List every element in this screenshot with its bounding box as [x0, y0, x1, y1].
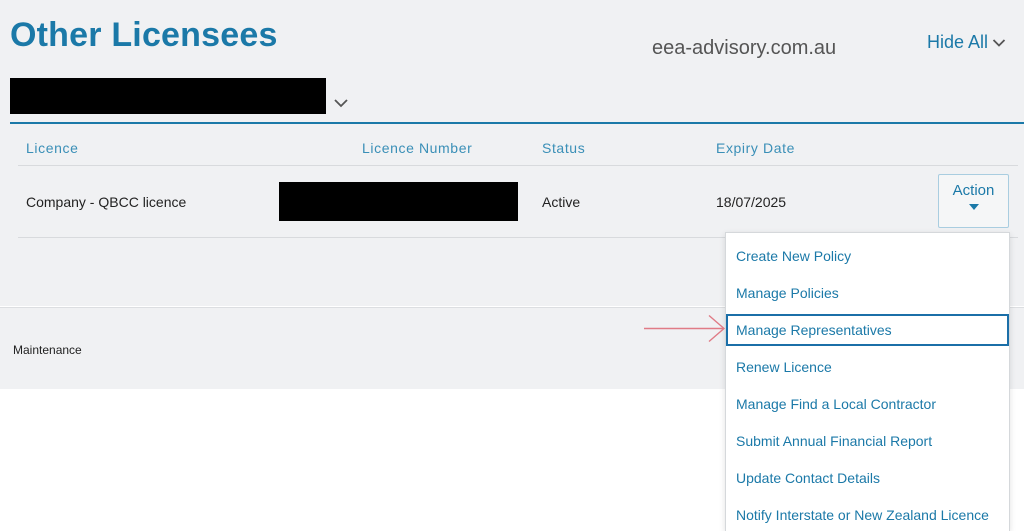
action-button-label: Action	[952, 182, 995, 199]
menu-item-submit-annual-financial-report[interactable]: Submit Annual Financial Report	[726, 426, 1009, 458]
menu-item-renew-licence[interactable]: Renew Licence	[726, 352, 1009, 384]
column-header-licence-number: Licence Number	[362, 140, 473, 156]
chevron-down-icon	[334, 99, 348, 108]
column-header-status: Status	[542, 140, 586, 156]
menu-item-manage-find-a-local-contractor[interactable]: Manage Find a Local Contractor	[726, 389, 1009, 421]
company-select[interactable]	[10, 78, 355, 114]
menu-item-notify-interstate-licence[interactable]: Notify Interstate or New Zealand Licence	[726, 500, 1009, 531]
redacted-company-name	[10, 78, 326, 114]
column-header-expiry-date: Expiry Date	[716, 140, 795, 156]
menu-item-create-new-policy[interactable]: Create New Policy	[726, 241, 1009, 273]
status-cell: Active	[542, 194, 581, 210]
caret-down-icon	[968, 204, 979, 210]
menu-item-update-contact-details[interactable]: Update Contact Details	[726, 463, 1009, 495]
expiry-date-cell: 18/07/2025	[716, 194, 787, 210]
action-button[interactable]: Action	[938, 174, 1009, 228]
hide-all-toggle[interactable]: Hide All	[927, 32, 1006, 53]
action-dropdown-menu: Create New Policy Manage Policies Manage…	[725, 232, 1010, 531]
domain-watermark: eea-advisory.com.au	[652, 37, 837, 59]
redacted-licence-number	[279, 182, 518, 221]
chevron-down-icon	[992, 38, 1006, 47]
section-divider	[10, 122, 1024, 124]
hide-all-label: Hide All	[927, 32, 989, 52]
menu-item-manage-representatives[interactable]: Manage Representatives	[726, 314, 1009, 346]
column-header-licence: Licence	[26, 140, 79, 156]
page-title: Other Licensees	[10, 16, 278, 54]
page: Other Licensees eea-advisory.com.au Hide…	[0, 0, 1024, 531]
menu-item-manage-policies[interactable]: Manage Policies	[726, 278, 1009, 310]
arrow-right-icon	[644, 314, 726, 343]
header-row-divider	[18, 165, 1018, 166]
licence-cell: Company - QBCC licence	[26, 194, 187, 210]
maintenance-label: Maintenance	[13, 343, 82, 357]
